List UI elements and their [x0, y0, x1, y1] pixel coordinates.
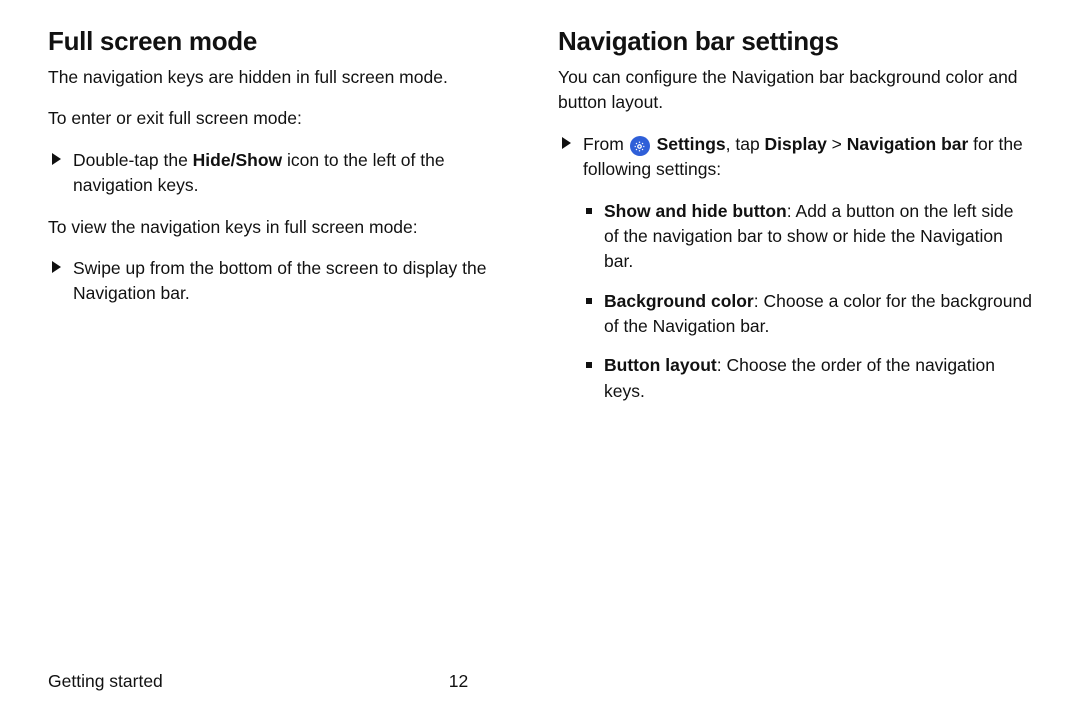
- heading-full-screen-mode: Full screen mode: [48, 26, 522, 57]
- left-column: Full screen mode The navigation keys are…: [48, 26, 522, 661]
- two-column-layout: Full screen mode The navigation keys are…: [48, 26, 1032, 661]
- navbar-settings-sublist: Show and hide button: Add a button on th…: [558, 199, 1032, 405]
- sub-bold: Background color: [604, 291, 754, 311]
- triangle-bullet-icon: [562, 137, 571, 149]
- manual-page: Full screen mode The navigation keys are…: [0, 0, 1080, 720]
- sub-item-text: Button layout: Choose the order of the n…: [604, 353, 1032, 404]
- sub-item-text: Background color: Choose a color for the…: [604, 289, 1032, 340]
- display-word: Display: [765, 134, 827, 154]
- page-footer: Getting started 12: [48, 661, 1032, 692]
- text-span: Double-tap the: [73, 150, 193, 170]
- sub-background-color: Background color: Choose a color for the…: [586, 289, 1032, 340]
- fsm-enter-exit-label: To enter or exit full screen mode:: [48, 106, 522, 131]
- fsm-step-double-tap: Double-tap the Hide/Show icon to the lef…: [52, 148, 522, 199]
- hide-show-bold: Hide/Show: [193, 150, 282, 170]
- navbar-intro: You can configure the Navigation bar bac…: [558, 65, 1032, 116]
- chevron-separator: >: [827, 134, 847, 154]
- fsm-step-list-2: Swipe up from the bottom of the screen t…: [48, 256, 522, 307]
- fsm-step-list-1: Double-tap the Hide/Show icon to the lef…: [48, 148, 522, 199]
- triangle-bullet-icon: [52, 261, 61, 273]
- navbar-from-text: From Settings, tap Display > Navigation …: [583, 132, 1032, 183]
- square-bullet-icon: [586, 362, 592, 368]
- square-bullet-icon: [586, 298, 592, 304]
- sub-show-hide-button: Show and hide button: Add a button on th…: [586, 199, 1032, 275]
- fsm-step-swipe-up: Swipe up from the bottom of the screen t…: [52, 256, 522, 307]
- sub-button-layout: Button layout: Choose the order of the n…: [586, 353, 1032, 404]
- settings-word: Settings: [657, 134, 726, 154]
- square-bullet-icon: [586, 208, 592, 214]
- navbar-from-item: From Settings, tap Display > Navigation …: [562, 132, 1032, 183]
- sub-item-text: Show and hide button: Add a button on th…: [604, 199, 1032, 275]
- navigation-bar-word: Navigation bar: [847, 134, 969, 154]
- heading-navbar-settings: Navigation bar settings: [558, 26, 1032, 57]
- settings-gear-icon: [630, 136, 650, 156]
- navbar-from-step: From Settings, tap Display > Navigation …: [558, 132, 1032, 183]
- footer-page-number: 12: [449, 671, 468, 692]
- sub-bold: Button layout: [604, 355, 717, 375]
- right-column: Navigation bar settings You can configur…: [558, 26, 1032, 661]
- footer-section-name: Getting started: [48, 671, 163, 692]
- fsm-intro: The navigation keys are hidden in full s…: [48, 65, 522, 90]
- triangle-bullet-icon: [52, 153, 61, 165]
- text-span: , tap: [726, 134, 765, 154]
- sub-bold: Show and hide button: [604, 201, 787, 221]
- fsm-step-double-tap-text: Double-tap the Hide/Show icon to the lef…: [73, 148, 522, 199]
- text-span: From: [583, 134, 629, 154]
- fsm-view-keys-label: To view the navigation keys in full scre…: [48, 215, 522, 240]
- fsm-step-swipe-up-text: Swipe up from the bottom of the screen t…: [73, 256, 522, 307]
